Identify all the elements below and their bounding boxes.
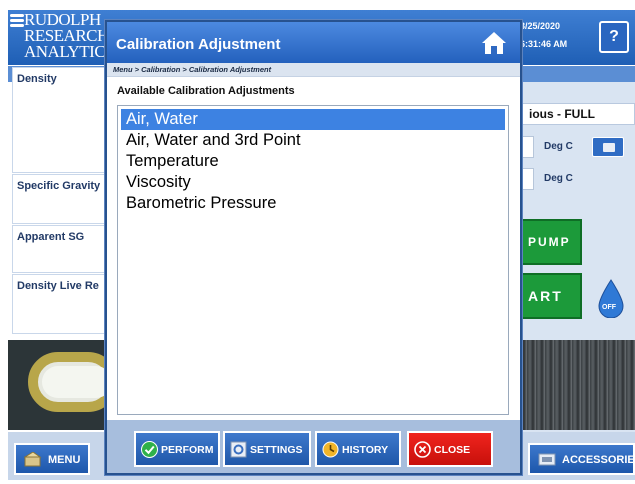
logo-mark-icon: [10, 14, 24, 28]
menu-button[interactable]: MENU: [14, 443, 90, 475]
menu-label: MENU: [48, 454, 81, 466]
breadcrumb: Menu > Calibration > Calibration Adjustm…: [107, 63, 520, 77]
home-icon[interactable]: [481, 31, 507, 55]
check-icon: [141, 441, 158, 458]
measurement-label: Apparent SG: [17, 231, 85, 243]
measurement-tile-density[interactable]: Density: [12, 67, 112, 173]
accessories-button[interactable]: ACCESSORIES: [528, 443, 635, 475]
settings-button[interactable]: SETTINGS: [223, 431, 311, 467]
temperature-field[interactable]: [520, 136, 534, 158]
settings-icon: [230, 441, 247, 458]
printer-icon[interactable]: [592, 137, 624, 157]
pump-button[interactable]: PUMP: [518, 219, 582, 265]
drop-label: OFF: [602, 304, 616, 311]
perform-button[interactable]: PERFORM: [134, 431, 220, 467]
measurement-label: Density: [17, 73, 57, 85]
measurement-tile-apparent-sg[interactable]: Apparent SG: [12, 225, 112, 273]
temperature-unit: Deg C: [544, 141, 573, 152]
measurement-tile-specific-gravity[interactable]: Specific Gravity: [12, 174, 112, 224]
measurement-mode-label: ious - FULL: [518, 103, 635, 125]
temperature-unit: Deg C: [544, 173, 573, 184]
date-text: 3/25/2020: [520, 21, 561, 31]
calibration-adjustments-list[interactable]: Air, Water Air, Water and 3rd Point Temp…: [117, 105, 509, 415]
start-button[interactable]: ART: [518, 273, 582, 319]
sample-image: [518, 340, 635, 430]
history-button[interactable]: HISTORY: [315, 431, 401, 467]
temperature-field[interactable]: [520, 168, 534, 190]
list-item-air-water-3rd-point[interactable]: Air, Water and 3rd Point: [121, 130, 505, 151]
settings-label: SETTINGS: [250, 444, 303, 456]
perform-label: PERFORM: [161, 444, 214, 456]
history-label: HISTORY: [342, 444, 389, 456]
dialog-titlebar: Calibration Adjustment: [107, 22, 520, 63]
measurement-label: Specific Gravity: [17, 180, 101, 192]
measurement-tile-density-live[interactable]: Density Live Re: [12, 274, 112, 334]
close-label: CLOSE: [434, 444, 471, 456]
history-icon: [322, 441, 339, 458]
dialog-content: Available Calibration Adjustments Air, W…: [107, 77, 520, 420]
menu-icon: [24, 452, 42, 467]
breadcrumb-text: Menu > Calibration > Calibration Adjustm…: [113, 65, 272, 74]
list-item-air-water[interactable]: Air, Water: [121, 109, 505, 130]
list-heading: Available Calibration Adjustments: [117, 85, 295, 97]
calibration-adjustment-dialog: Calibration Adjustment Menu > Calibratio…: [105, 20, 522, 475]
list-item-barometric-pressure[interactable]: Barometric Pressure: [121, 193, 505, 214]
close-icon: [414, 441, 431, 458]
accessories-label: ACCESSORIES: [562, 454, 635, 466]
measurement-label: Density Live Re: [17, 280, 99, 292]
list-item-temperature[interactable]: Temperature: [121, 151, 505, 172]
datetime-display: 3/25/2020 6:31:46 AM: [520, 17, 582, 55]
accessories-icon: [538, 453, 556, 466]
drop-icon[interactable]: [596, 278, 626, 319]
dialog-title: Calibration Adjustment: [116, 36, 281, 53]
cell-camera-image: [8, 340, 108, 430]
time-text: 6:31:46 AM: [520, 39, 568, 49]
close-button[interactable]: CLOSE: [407, 431, 493, 467]
help-button[interactable]: ?: [599, 21, 629, 53]
list-item-viscosity[interactable]: Viscosity: [121, 172, 505, 193]
company-logo: RUDOLPH RESEARCH ANALYTICAL: [10, 11, 127, 64]
